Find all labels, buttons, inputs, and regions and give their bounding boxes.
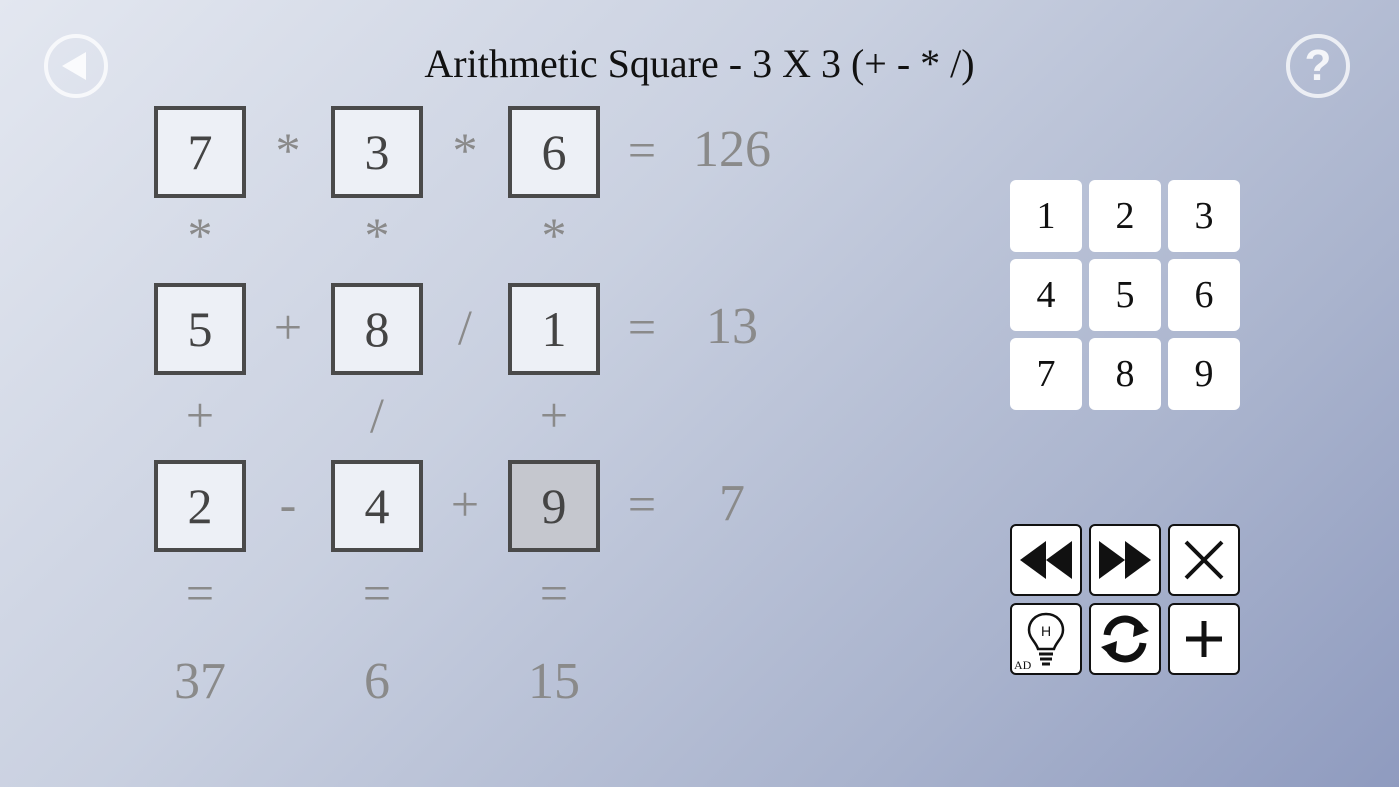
ad-label: AD (1014, 658, 1032, 672)
grid-cell-r1-c1[interactable]: 8 (331, 283, 423, 375)
keypad-key-8[interactable]: 8 (1089, 338, 1161, 410)
column-result: 6 (364, 653, 390, 710)
row-result: 126 (693, 121, 771, 178)
grid-cell-r2-c2-selected[interactable]: 9 (508, 460, 600, 552)
grid-cell-r2-c1[interactable]: 4 (331, 460, 423, 552)
hint-letter: H (1041, 623, 1051, 639)
rewind-icon (1020, 541, 1072, 579)
row-operator: * (452, 122, 478, 178)
row-operator: + (450, 476, 480, 532)
keypad-key-7[interactable]: 7 (1010, 338, 1082, 410)
column-equals: = (362, 565, 392, 621)
keypad-key-5[interactable]: 5 (1089, 259, 1161, 331)
page-title: Arithmetic Square - 3 X 3 (+ - * /) (424, 41, 975, 86)
grid-cell-r0-c2[interactable]: 6 (508, 106, 600, 198)
keypad-key-6[interactable]: 6 (1168, 259, 1240, 331)
column-operator: + (185, 387, 215, 443)
refresh-icon (1101, 615, 1149, 663)
keypad-key-3[interactable]: 3 (1168, 180, 1240, 252)
grid-cell-r0-c0[interactable]: 7 (154, 106, 246, 198)
plus-icon (1186, 621, 1222, 657)
close-icon (1184, 540, 1224, 580)
column-equals: = (539, 565, 569, 621)
column-equals: = (185, 565, 215, 621)
row-result: 7 (719, 475, 745, 532)
keypad-key-9[interactable]: 9 (1168, 338, 1240, 410)
grid-cell-r1-c2[interactable]: 1 (508, 283, 600, 375)
column-operator: * (364, 207, 390, 263)
grid-cell-r0-c1[interactable]: 3 (331, 106, 423, 198)
previous-button[interactable] (1010, 524, 1082, 596)
new-game-button[interactable] (1168, 603, 1240, 675)
keypad-key-1[interactable]: 1 (1010, 180, 1082, 252)
column-operator: + (539, 387, 569, 443)
column-operator: * (541, 207, 567, 263)
question-mark-icon: ? (1304, 41, 1332, 90)
row-operator: + (273, 299, 303, 355)
grid-cell-r1-c0[interactable]: 5 (154, 283, 246, 375)
help-button[interactable]: ? (1286, 34, 1350, 98)
column-result: 15 (528, 653, 580, 710)
fast-forward-icon (1099, 541, 1151, 579)
keypad-key-2[interactable]: 2 (1089, 180, 1161, 252)
grid-cell-r2-c0[interactable]: 2 (154, 460, 246, 552)
next-button[interactable] (1089, 524, 1161, 596)
row-operator: * (275, 122, 301, 178)
row-equals: = (627, 299, 657, 355)
column-operator: / (370, 387, 384, 443)
row-equals: = (627, 122, 657, 178)
column-operator: * (187, 207, 213, 263)
row-operator: - (279, 476, 297, 532)
row-operator: / (458, 299, 472, 355)
hint-button[interactable]: H AD (1010, 603, 1082, 675)
row-result: 13 (706, 298, 758, 355)
keypad-key-4[interactable]: 4 (1010, 259, 1082, 331)
reset-button[interactable] (1089, 603, 1161, 675)
row-equals: = (627, 476, 657, 532)
column-result: 37 (174, 653, 226, 710)
clear-button[interactable] (1168, 524, 1240, 596)
